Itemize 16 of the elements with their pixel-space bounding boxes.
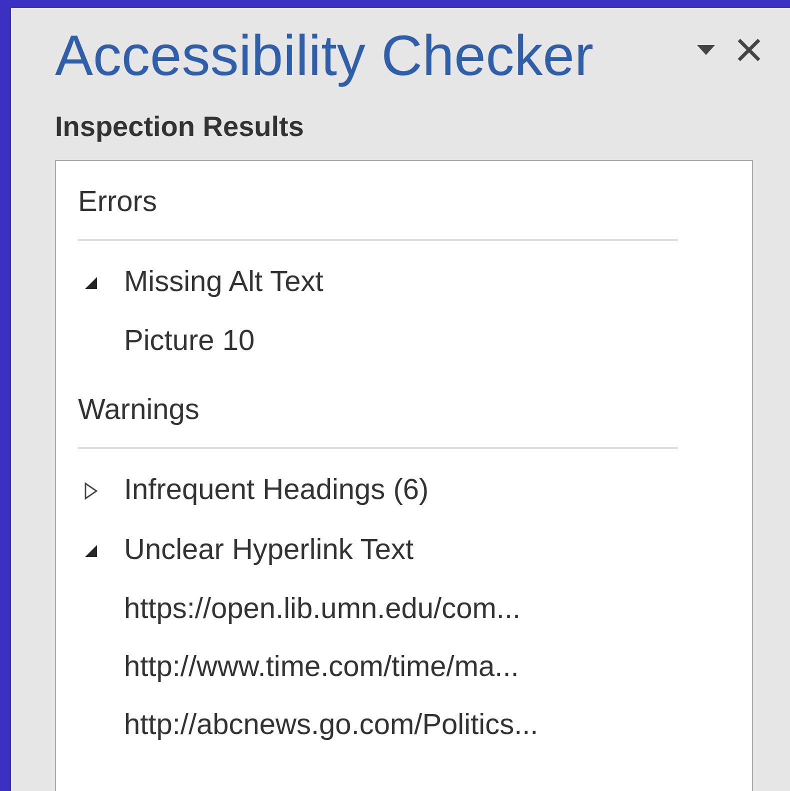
issue-group-label[interactable]: Infrequent Headings (6) [124, 469, 429, 513]
dropdown-caret-icon[interactable] [696, 44, 716, 56]
close-icon[interactable] [736, 37, 762, 63]
issue-item[interactable]: Picture 10 [124, 320, 255, 364]
inspection-results-heading: Inspection Results [55, 110, 304, 144]
expanded-triangle-icon[interactable] [84, 544, 98, 558]
issue-group-label[interactable]: Unclear Hyperlink Text [124, 529, 414, 573]
issue-group-label[interactable]: Missing Alt Text [124, 261, 324, 305]
pane-title: Accessibility Checker [55, 28, 594, 84]
issue-item[interactable]: https://open.lib.umn.edu/com... [124, 588, 521, 632]
section-heading: Errors [78, 185, 157, 220]
expanded-triangle-icon[interactable] [84, 276, 98, 290]
issue-item[interactable]: http://abcnews.go.com/Politics... [124, 704, 538, 748]
collapsed-triangle-icon[interactable] [84, 482, 98, 500]
section-heading: Warnings [78, 393, 200, 428]
issue-item[interactable]: http://www.time.com/time/ma... [124, 646, 519, 690]
